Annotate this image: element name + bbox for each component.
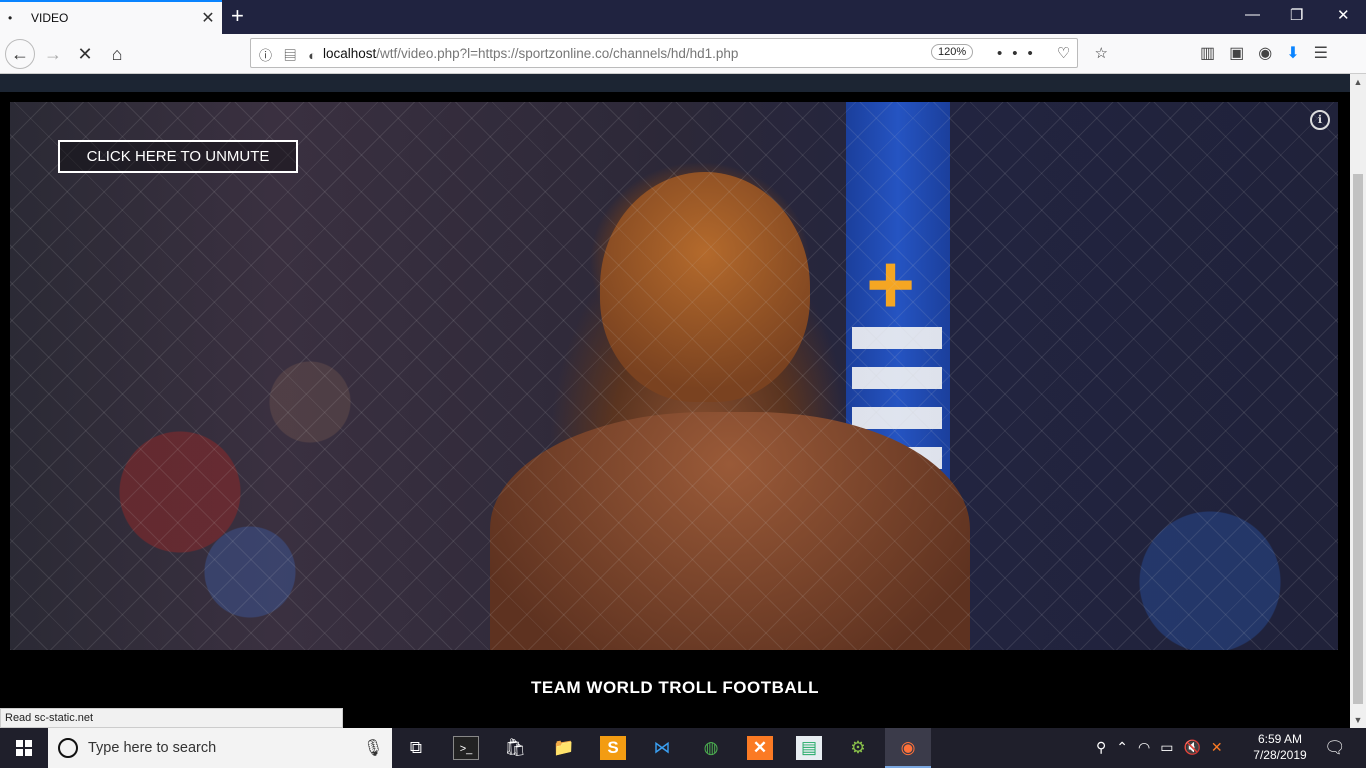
restore-button[interactable]: ❐: [1290, 6, 1303, 24]
notification-icon[interactable]: 🗨: [1324, 738, 1346, 758]
scroll-down-icon[interactable]: ▼: [1350, 712, 1366, 728]
new-tab-button[interactable]: +: [231, 3, 244, 29]
clock[interactable]: 6:59 AM 7/28/2019: [1250, 731, 1310, 763]
url-bar[interactable]: ⓘ ▤ ◐ localhost/wtf/video.php?l=https://…: [250, 38, 1108, 68]
firefox-icon[interactable]: ◉: [895, 736, 921, 760]
unmute-button[interactable]: CLICK HERE TO UNMUTE: [58, 140, 298, 173]
sidebar-icon[interactable]: ▣: [1229, 45, 1258, 62]
terminal-icon[interactable]: >_: [453, 736, 479, 760]
url-host: localhost: [323, 46, 377, 61]
tab-strip: • VIDEO ✕ + — ❐ ✕: [0, 0, 1366, 34]
page-header-strip: [0, 74, 1350, 92]
search-placeholder: Type here to search: [88, 740, 217, 756]
video-player[interactable]: + CLICK HERE TO UNMUTE ℹ: [10, 102, 1338, 650]
tab-loading-icon: •: [8, 11, 13, 25]
battery-icon[interactable]: ▭: [1160, 739, 1183, 755]
back-button[interactable]: ←: [5, 39, 35, 69]
task-view-icon[interactable]: ⧉: [403, 736, 429, 760]
team-title: TEAM WORLD TROLL FOOTBALL: [531, 678, 819, 697]
zoom-indicator[interactable]: 120%: [931, 44, 974, 60]
android-studio-icon[interactable]: ⚙: [845, 736, 871, 760]
taskbar-search[interactable]: Type here to search 🎙: [48, 728, 392, 768]
nav-toolbar: ← → ✕ ⌂ ⓘ ▤ ◐ localhost/wtf/video.php?l=…: [0, 34, 1366, 74]
window-close-button[interactable]: ✕: [1337, 6, 1350, 24]
clock-time: 6:59 AM: [1257, 732, 1303, 746]
toolbar-icons: ▥▣◉⬇☰: [1200, 43, 1342, 63]
file-explorer-icon[interactable]: 📁: [551, 736, 577, 760]
system-tray[interactable]: ⚲⌃◠▭🔇✕: [1096, 739, 1233, 756]
microphone-icon[interactable]: 🎙: [363, 738, 383, 758]
start-button[interactable]: [0, 728, 48, 768]
close-tab-icon[interactable]: ✕: [200, 8, 216, 28]
scroll-up-icon[interactable]: ▲: [1350, 74, 1366, 90]
chrome-icon[interactable]: ◍: [698, 736, 724, 760]
site-info-icon[interactable]: ⓘ ▤ ◐: [259, 45, 320, 64]
download-icon[interactable]: ⬇: [1286, 45, 1313, 62]
windows-logo-icon: [16, 740, 32, 756]
url-text[interactable]: localhost/wtf/video.php?l=https://sportz…: [323, 46, 738, 61]
forward-button[interactable]: →: [38, 39, 68, 69]
library-icon[interactable]: ▥: [1200, 45, 1229, 62]
page-content: + CLICK HERE TO UNMUTE ℹ TEAM WORLD TROL…: [0, 74, 1350, 728]
account-icon[interactable]: ◉: [1258, 45, 1286, 62]
page-scrollbar[interactable]: ▲ ▼: [1350, 74, 1366, 728]
cage-fence-overlay: [10, 102, 1338, 650]
firefox-taskbar-active[interactable]: ◉: [885, 728, 931, 768]
xampp-icon[interactable]: ✕: [747, 736, 773, 760]
people-icon[interactable]: ⚲: [1096, 739, 1116, 755]
xampp-tray-icon[interactable]: ✕: [1211, 739, 1233, 755]
wifi-icon[interactable]: ◠: [1138, 739, 1160, 755]
sublime-text-icon[interactable]: S: [600, 736, 626, 760]
page-actions-icon[interactable]: ••• ♡ ☆: [997, 44, 1118, 62]
remote-app-icon[interactable]: ▤: [796, 736, 822, 760]
scroll-thumb[interactable]: [1353, 174, 1363, 704]
cortana-icon: [58, 738, 78, 758]
player-logo-icon[interactable]: ℹ: [1310, 110, 1330, 130]
chevron-up-icon[interactable]: ⌃: [1116, 739, 1138, 755]
menu-icon[interactable]: ☰: [1314, 45, 1342, 62]
windows-taskbar: Type here to search 🎙 ⧉ >_ 🛍 📁 S ⋈ ◍ ✕ ▤…: [0, 728, 1366, 768]
vscode-icon[interactable]: ⋈: [649, 736, 675, 760]
stop-button[interactable]: ✕: [70, 39, 100, 69]
volume-mute-icon[interactable]: 🔇: [1183, 739, 1210, 755]
minimize-button[interactable]: —: [1245, 6, 1260, 23]
clock-date: 7/28/2019: [1253, 748, 1307, 762]
tab-video[interactable]: • VIDEO ✕: [0, 0, 222, 34]
tab-title: VIDEO: [31, 11, 69, 25]
url-path: /wtf/video.php?l=https://sportzonline.co…: [376, 46, 739, 61]
status-bar: Read sc-static.net: [0, 708, 343, 728]
store-icon[interactable]: 🛍: [502, 736, 528, 760]
home-button[interactable]: ⌂: [102, 39, 132, 69]
